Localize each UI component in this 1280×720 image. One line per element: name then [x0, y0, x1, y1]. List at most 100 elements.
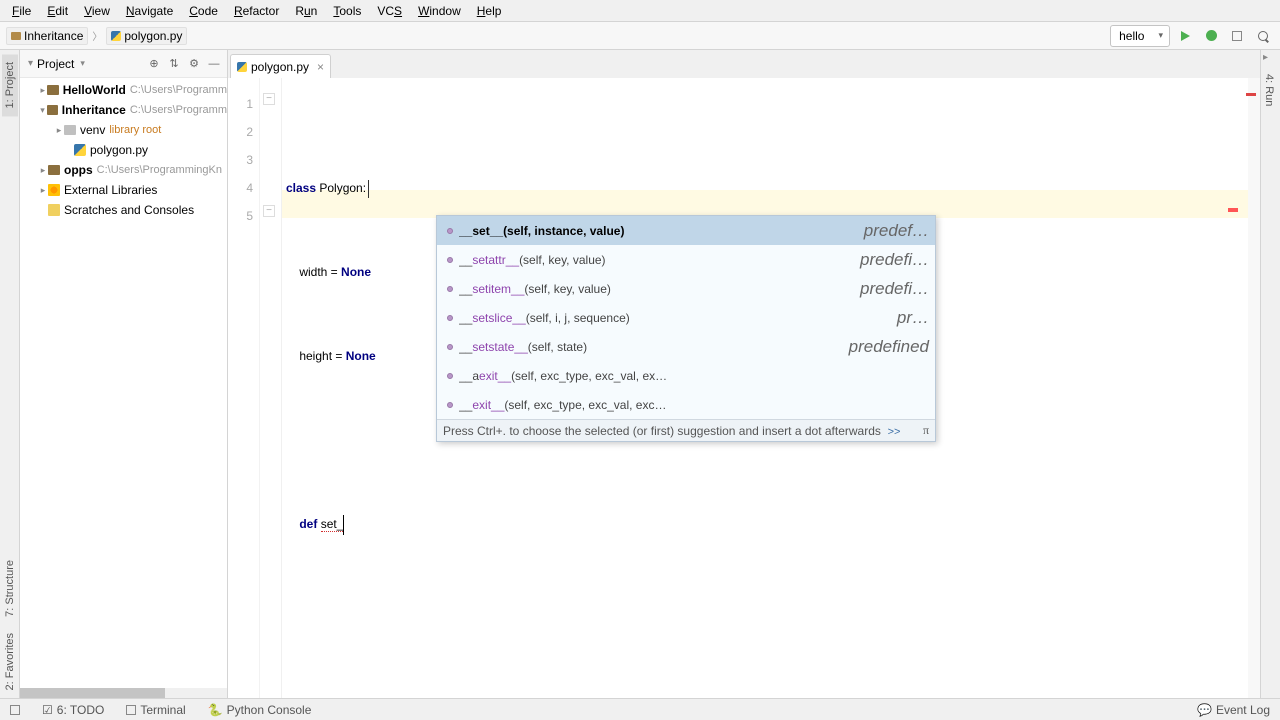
- expand-arrow-icon[interactable]: ▸: [38, 185, 48, 196]
- close-tab-icon[interactable]: ×: [317, 60, 324, 74]
- collapse-all-button[interactable]: ⇅: [165, 55, 183, 73]
- autocomplete-origin: predefined: [849, 337, 929, 357]
- python-file-icon: [111, 31, 121, 41]
- expand-arrow-icon[interactable]: ▸: [38, 165, 48, 176]
- debug-button[interactable]: [1200, 25, 1222, 47]
- run-configuration-selector[interactable]: hello ▾: [1110, 25, 1170, 47]
- terminal-icon: [126, 705, 136, 715]
- code-text: height =: [286, 349, 346, 363]
- tool-tab-run[interactable]: 4: Run: [1263, 70, 1275, 110]
- tree-node-polygon-file[interactable]: polygon.py: [20, 140, 227, 160]
- menu-run[interactable]: Run: [287, 2, 325, 20]
- project-scrollbar[interactable]: [20, 688, 227, 698]
- menu-tools[interactable]: Tools: [325, 2, 369, 20]
- method-icon: [447, 286, 453, 292]
- pi-icon[interactable]: π: [923, 423, 929, 438]
- folder-icon: [47, 105, 58, 115]
- menu-navigate[interactable]: Navigate: [118, 2, 181, 20]
- autocomplete-item[interactable]: __setitem__(self, key, value)predefi…: [437, 274, 935, 303]
- fold-toggle-icon[interactable]: −: [263, 205, 275, 217]
- line-gutter: 1 2 3 4 5: [228, 78, 260, 698]
- status-python-console[interactable]: 🐍 Python Console: [204, 702, 316, 718]
- status-event-log[interactable]: 💬 Event Log: [1193, 702, 1274, 718]
- status-bar: ☑ 6: TODO Terminal 🐍 Python Console 💬 Ev…: [0, 698, 1280, 720]
- code-text: Polygon:: [316, 181, 366, 195]
- panel-title-label: Project: [37, 57, 74, 71]
- breadcrumb-project-label: Inheritance: [24, 29, 83, 43]
- tool-tab-project[interactable]: 1: Project: [2, 54, 18, 116]
- autocomplete-more-link[interactable]: >>: [888, 426, 901, 438]
- breadcrumb-file[interactable]: polygon.py: [106, 27, 187, 45]
- folder-icon: [11, 32, 21, 40]
- menu-file[interactable]: File: [4, 2, 39, 20]
- menu-bar: File Edit View Navigate Code Refactor Ru…: [0, 0, 1280, 22]
- error-marker[interactable]: [1228, 208, 1238, 212]
- tree-node-external-libraries[interactable]: ▸ External Libraries: [20, 180, 227, 200]
- status-todo[interactable]: ☑ 6: TODO: [38, 702, 108, 718]
- project-tree: ▸ HelloWorld C:\Users\Programm ▾ Inherit…: [20, 78, 227, 688]
- method-icon: [447, 228, 453, 234]
- autocomplete-item[interactable]: __set__(self, instance, value)predef…: [437, 216, 935, 245]
- autocomplete-origin: predef…: [864, 221, 929, 241]
- tool-tab-structure[interactable]: 7: Structure: [2, 552, 18, 625]
- hide-right-icon[interactable]: ▸: [1263, 52, 1268, 63]
- menu-refactor[interactable]: Refactor: [226, 2, 287, 20]
- expand-arrow-icon[interactable]: ▸: [38, 85, 47, 96]
- right-tool-tabs: ▸ 4: Run: [1260, 50, 1280, 698]
- menu-vcs[interactable]: VCS: [369, 2, 410, 20]
- menu-help[interactable]: Help: [469, 2, 510, 20]
- autocomplete-item[interactable]: __exit__(self, exc_type, exc_val, exc…: [437, 390, 935, 419]
- hide-panel-button[interactable]: —: [205, 55, 223, 73]
- autocomplete-item[interactable]: __aexit__(self, exc_type, exc_val, ex…: [437, 361, 935, 390]
- tree-label: opps: [64, 163, 93, 177]
- tree-node-inheritance[interactable]: ▾ Inheritance C:\Users\Programm: [20, 100, 227, 120]
- expand-arrow-icon[interactable]: ▸: [54, 125, 64, 136]
- menu-view[interactable]: View: [76, 2, 118, 20]
- python-file-icon: [74, 144, 86, 156]
- method-icon: [447, 257, 453, 263]
- autocomplete-label: __aexit__(self, exc_type, exc_val, ex…: [459, 369, 929, 383]
- autocomplete-item[interactable]: __setslice__(self, i, j, sequence)pr…: [437, 303, 935, 332]
- editor-tab-polygon[interactable]: polygon.py ×: [230, 54, 331, 78]
- breadcrumb-file-label: polygon.py: [124, 29, 182, 43]
- panel-menu-icon[interactable]: ▾: [28, 58, 33, 69]
- menu-window[interactable]: Window: [410, 2, 469, 20]
- collapse-arrow-icon[interactable]: ▾: [38, 105, 47, 116]
- editor-tab-label: polygon.py: [251, 60, 309, 74]
- breadcrumb: Inheritance 〉 polygon.py: [6, 27, 187, 45]
- autocomplete-origin: predefi…: [860, 279, 929, 299]
- chevron-down-icon[interactable]: ▾: [80, 58, 85, 69]
- locate-file-button[interactable]: ⊕: [145, 55, 163, 73]
- tree-node-scratches[interactable]: Scratches and Consoles: [20, 200, 227, 220]
- status-event-label: Event Log: [1216, 703, 1270, 717]
- fold-gutter: − −: [260, 78, 282, 698]
- editor-scrollbar[interactable]: [1248, 78, 1260, 698]
- autocomplete-item[interactable]: __setstate__(self, state)predefined: [437, 332, 935, 361]
- search-everywhere-button[interactable]: [1252, 25, 1274, 47]
- method-icon: [447, 344, 453, 350]
- code-keyword: class: [286, 181, 316, 195]
- line-number: 3: [228, 146, 253, 174]
- line-number: 1: [228, 90, 253, 118]
- run-button[interactable]: [1174, 25, 1196, 47]
- status-terminal[interactable]: Terminal: [122, 702, 189, 718]
- tool-tab-favorites[interactable]: 2: Favorites: [2, 625, 18, 698]
- tree-label: Inheritance: [62, 103, 126, 117]
- tree-node-opps[interactable]: ▸ opps C:\Users\ProgrammingKn: [20, 160, 227, 180]
- tree-node-venv[interactable]: ▸ venv library root: [20, 120, 227, 140]
- breadcrumb-project[interactable]: Inheritance: [6, 27, 88, 45]
- stop-button[interactable]: [1226, 25, 1248, 47]
- tree-node-helloworld[interactable]: ▸ HelloWorld C:\Users\Programm: [20, 80, 227, 100]
- menu-edit[interactable]: Edit: [39, 2, 76, 20]
- editor-tabs: polygon.py ×: [228, 50, 1260, 78]
- error-stripe-mark[interactable]: [1246, 93, 1256, 96]
- fold-toggle-icon[interactable]: −: [263, 93, 275, 105]
- tree-label: Scratches and Consoles: [64, 203, 194, 217]
- status-hide-windows[interactable]: [6, 704, 24, 716]
- autocomplete-item[interactable]: __setattr__(self, key, value)predefi…: [437, 245, 935, 274]
- autocomplete-origin: pr…: [897, 308, 929, 328]
- tree-path: C:\Users\Programm: [130, 84, 227, 96]
- settings-button[interactable]: ⚙: [185, 55, 203, 73]
- menu-code[interactable]: Code: [181, 2, 226, 20]
- code-keyword: def: [299, 517, 317, 531]
